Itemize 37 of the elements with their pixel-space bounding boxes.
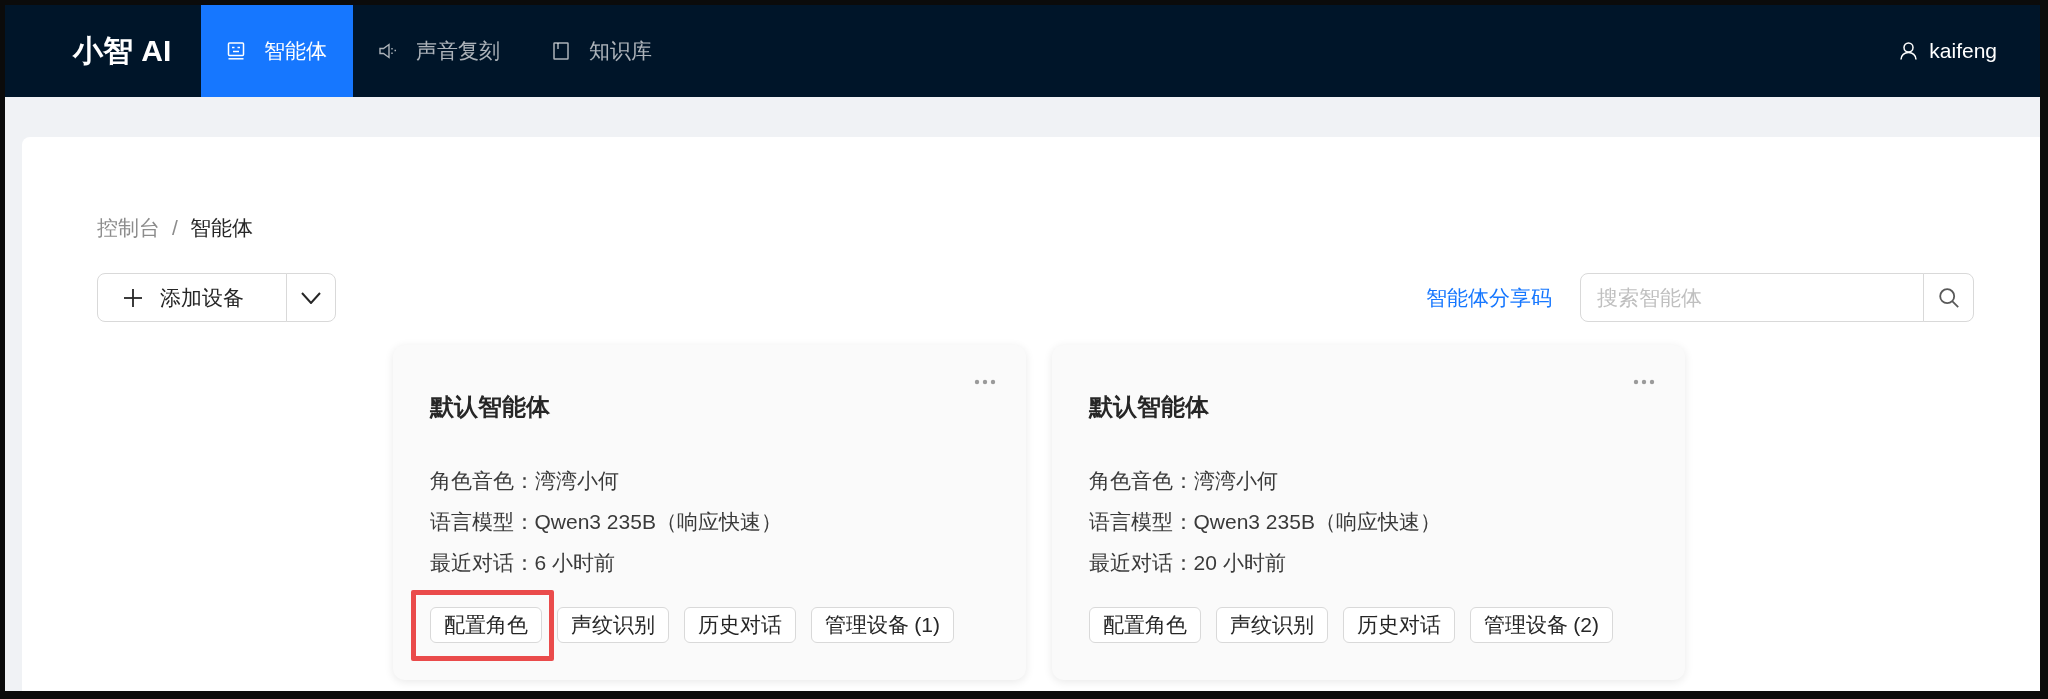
breadcrumb-current: 智能体 xyxy=(189,215,253,241)
chevron-down-icon xyxy=(301,291,321,304)
agent-detail: 语言模型：Qwen3 235B（响应快速） xyxy=(1088,509,1442,535)
agent-name: 默认智能体 xyxy=(1088,392,1210,422)
more-icon[interactable] xyxy=(973,379,996,385)
breadcrumb-separator: / xyxy=(172,215,178,241)
user-menu[interactable]: kaifeng xyxy=(1900,5,1997,97)
agent-name: 默认智能体 xyxy=(429,392,551,422)
nav-tab[interactable]: 智能体 xyxy=(201,5,354,97)
share-code-link[interactable]: 智能体分享码 xyxy=(1426,283,1552,312)
agent-detail: 角色音色：湾湾小何 xyxy=(1088,468,1279,494)
dropdown-button[interactable] xyxy=(286,273,336,322)
nav-tab[interactable]: 声音复刻 xyxy=(353,5,527,97)
book-icon xyxy=(552,42,571,60)
app-logo: 小智 AI xyxy=(73,32,172,69)
agent-action-button[interactable]: 配置角色 xyxy=(1088,607,1201,643)
agent-action-button[interactable]: 管理设备 (2) xyxy=(1469,607,1613,643)
more-icon[interactable] xyxy=(1632,379,1655,385)
agent-action-button[interactable]: 声纹识别 xyxy=(556,607,669,643)
agent-action-button[interactable]: 历史对话 xyxy=(1342,607,1455,643)
agent-detail: 最近对话：6 小时前 xyxy=(429,550,616,576)
agent-detail: 角色音色：湾湾小何 xyxy=(429,468,620,494)
plus-icon xyxy=(124,288,142,307)
agent-action-button[interactable]: 声纹识别 xyxy=(1215,607,1328,643)
user-icon xyxy=(1900,42,1918,60)
add-device-button[interactable]: 添加设备 xyxy=(97,273,287,322)
nav-tab[interactable]: 知识库 xyxy=(526,5,679,97)
agent-detail: 最近对话：20 小时前 xyxy=(1088,550,1287,576)
agent-detail: 语言模型：Qwen3 235B（响应快速） xyxy=(429,509,783,535)
agent-action-button[interactable]: 历史对话 xyxy=(683,607,796,643)
agent-action-button[interactable]: 管理设备 (1) xyxy=(810,607,954,643)
search-button[interactable] xyxy=(1923,273,1974,322)
robot-icon xyxy=(227,42,246,60)
search-icon xyxy=(1938,287,1959,308)
agent-action-button[interactable]: 配置角色 xyxy=(429,607,542,643)
speaker-icon xyxy=(379,42,398,60)
search-field[interactable]: 搜索智能体 xyxy=(1580,273,1924,322)
